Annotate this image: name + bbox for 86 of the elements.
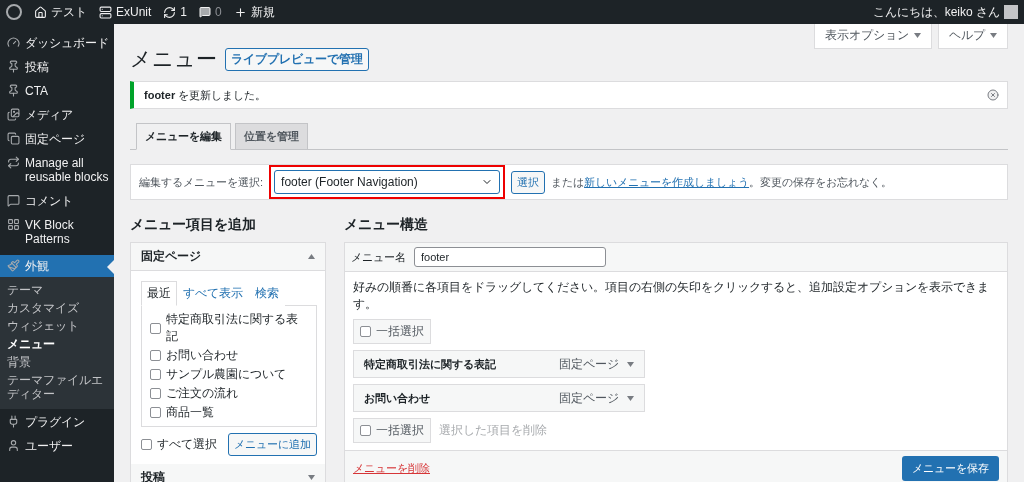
sidebar-item[interactable]: メディア [0, 104, 114, 126]
screen-tab-button[interactable]: 表示オプション [814, 24, 932, 49]
checkbox[interactable] [360, 326, 371, 337]
checkbox[interactable] [141, 439, 152, 450]
sidebar-item[interactable]: 外観 [0, 255, 114, 277]
submenu-item[interactable]: 背景 [0, 353, 114, 371]
home-icon[interactable] [34, 5, 47, 19]
submenu-item[interactable]: テーマファイルエディター [0, 371, 114, 403]
bulk-select-toggle[interactable]: 一括選択 [353, 418, 431, 443]
sidebar-item[interactable]: プラグイン [0, 411, 114, 433]
pages-icon [7, 132, 20, 145]
updates-count[interactable]: 1 [180, 5, 188, 19]
select-note: または新しいメニューを作成しましょう。変更の保存をお忘れなく。 [551, 174, 893, 190]
caret-icon[interactable] [627, 361, 634, 367]
accordion-header[interactable]: 固定ページ [131, 243, 325, 271]
sidebar-item[interactable]: Manage all reusable blocks [0, 152, 114, 188]
caret-icon[interactable] [308, 254, 315, 259]
pin-icon [7, 84, 20, 97]
menu-name-field[interactable]: footer [414, 247, 606, 267]
page-option: 商品一覧 [166, 404, 214, 421]
pointer-icon [107, 260, 114, 274]
page-option: お問い合わせ [166, 347, 238, 364]
select-button[interactable]: 選択 [511, 170, 546, 194]
checkbox[interactable] [150, 350, 161, 361]
plus-icon[interactable] [233, 5, 247, 19]
sidebar-item[interactable]: 投稿 [0, 56, 114, 78]
live-preview-button[interactable]: ライブプレビューで管理 [225, 47, 369, 71]
tab[interactable]: 位置を管理 [235, 123, 308, 150]
comments-count[interactable]: 0 [215, 5, 222, 19]
plugin-link[interactable]: ExUnit [116, 5, 152, 19]
sidebar-item[interactable]: ユーザー [0, 435, 114, 457]
close-icon[interactable] [987, 89, 999, 101]
speech-bubble-icon [7, 194, 20, 207]
caret-icon[interactable] [914, 33, 921, 38]
menu-name-label: メニュー名 [351, 249, 406, 265]
save-menu-button[interactable]: メニューを保存 [902, 456, 999, 481]
grid-icon [7, 218, 20, 231]
submenu-item[interactable]: ウィジェット [0, 317, 114, 335]
select-all-label: すべて選択 [157, 436, 217, 453]
caret-icon[interactable] [308, 475, 315, 480]
add-to-menu-button[interactable]: メニューに追加 [228, 433, 317, 456]
sidebar-item[interactable]: コメント [0, 190, 114, 212]
site-link[interactable]: テスト [51, 3, 87, 21]
repeat-icon [7, 156, 20, 169]
page-option: サンプル農園について [166, 366, 286, 383]
checkbox[interactable] [150, 388, 161, 399]
page-option: ご注文の流れ [166, 385, 238, 402]
panel-tab[interactable]: 最近 [141, 281, 177, 306]
page-title: メニュー [130, 46, 217, 72]
select-label: 編集するメニューを選択: [139, 174, 264, 190]
plug-icon [7, 415, 20, 428]
paintbrush-icon [7, 259, 20, 272]
menu-item-bar[interactable]: お問い合わせ 固定ページ [353, 384, 645, 412]
caret-icon[interactable] [627, 395, 634, 401]
delete-menu-link[interactable]: メニューを削除 [353, 461, 430, 476]
sidebar-item[interactable]: ダッシュボード [0, 32, 114, 54]
menu-dropdown[interactable]: footer (Footer Navigation) [274, 170, 501, 194]
submenu-item[interactable]: テーマ [0, 281, 114, 299]
submenu-item[interactable]: カスタマイズ [0, 299, 114, 317]
instructions: 好みの順番に各項目をドラッグしてください。項目の右側の矢印をクリックすると、追加設定オプションを表示できます。 [353, 279, 990, 313]
checkbox[interactable] [360, 425, 371, 436]
checkbox[interactable] [150, 407, 161, 418]
section-title: メニュー項目を追加 [130, 216, 257, 234]
pin-icon [7, 60, 20, 73]
sidebar-item[interactable]: CTA [0, 80, 114, 102]
bulk-select-toggle[interactable]: 一括選択 [353, 319, 431, 344]
speech-bubble-icon[interactable] [199, 6, 212, 18]
caret-icon[interactable] [990, 33, 997, 38]
gauge-icon [7, 36, 20, 49]
new-link[interactable]: 新規 [250, 3, 275, 21]
images-icon [7, 108, 20, 121]
user-icon [7, 439, 20, 452]
menu-item-bar[interactable]: 特定商取引法に関する表記 固定ページ [353, 350, 645, 378]
refresh-icon[interactable] [163, 5, 177, 19]
sidebar-item[interactable]: VK Block Patterns [0, 214, 114, 250]
section-title: メニュー構造 [344, 216, 429, 234]
checkbox[interactable] [150, 369, 161, 380]
screen-tab-button[interactable]: ヘルプ [938, 24, 1008, 49]
checkbox[interactable] [150, 322, 161, 334]
submenu-item[interactable]: メニュー [0, 335, 114, 353]
sidebar-item[interactable]: 固定ページ [0, 128, 114, 150]
greeting[interactable]: こんにちは、keiko さん [872, 3, 1000, 21]
create-menu-link[interactable]: 新しいメニューを作成しましょう [584, 175, 750, 188]
notice-text: footer を更新しました。 [144, 87, 268, 103]
page-option: 特定商取引法に関する表記 [166, 311, 308, 345]
tab[interactable]: メニューを編集 [136, 123, 231, 150]
